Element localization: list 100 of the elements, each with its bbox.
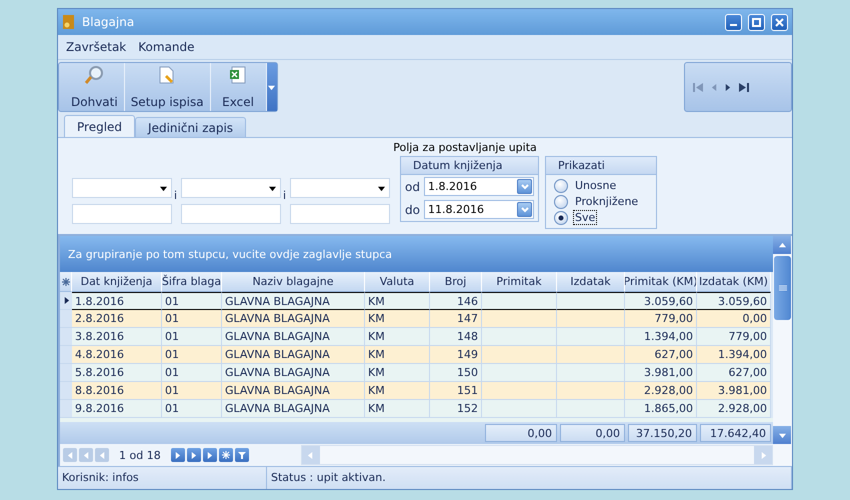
radio-option[interactable]: Unosne <box>554 178 648 193</box>
table-cell: KM <box>365 346 430 364</box>
table-cell: 01 <box>162 328 222 346</box>
maximize-button[interactable] <box>748 14 765 30</box>
joiner-label: i <box>283 189 288 204</box>
table-cell: 01 <box>162 364 222 382</box>
table-cell: 627,00 <box>625 346 697 364</box>
total-cell: 17.642,40 <box>700 424 771 442</box>
close-icon <box>775 18 784 26</box>
table-cell: 3.059,60 <box>625 292 697 310</box>
table-cell: KM <box>365 328 430 346</box>
page-indicator: 1 od 18 <box>119 448 161 462</box>
toolbar-overflow-button[interactable] <box>266 63 277 111</box>
minimize-button[interactable] <box>725 14 742 30</box>
filter-button[interactable] <box>234 448 249 462</box>
triangle-icon <box>66 452 74 458</box>
table-cell: GLAVNA BLAGAJNA <box>222 292 365 310</box>
last-record-button[interactable] <box>737 82 749 92</box>
triangle-icon <box>778 432 786 438</box>
date-field[interactable]: 1.8.2016 <box>424 177 534 196</box>
table-cell: 150 <box>430 364 482 382</box>
previous-group-button[interactable] <box>79 448 93 462</box>
table-cell: 146 <box>430 292 482 310</box>
table-cell: 2.8.2016 <box>72 310 162 328</box>
next-group-button[interactable] <box>186 448 201 462</box>
table-cell: 2.928,00 <box>697 400 771 418</box>
date-field[interactable]: 11.8.2016 <box>424 200 534 219</box>
column-header[interactable]: Primitak <box>482 272 557 292</box>
combo-box[interactable] <box>290 178 390 198</box>
input-field[interactable] <box>290 204 390 224</box>
triangle-icon <box>190 452 198 458</box>
minimize-icon <box>730 24 737 26</box>
last-page-button[interactable] <box>202 448 217 462</box>
input-field[interactable] <box>181 204 281 224</box>
column-header[interactable]: Dat knjiženja <box>72 272 162 292</box>
first-page-button[interactable] <box>63 448 77 462</box>
table-cell <box>557 310 625 328</box>
table-cell <box>557 328 625 346</box>
horizontal-scrollbar[interactable] <box>300 445 773 465</box>
triangle-icon <box>174 452 182 458</box>
table-cell: 4.8.2016 <box>72 346 162 364</box>
joiner-label: i <box>174 189 178 204</box>
menu-item[interactable]: Komande <box>138 40 195 54</box>
toolbar-button[interactable]: Dohvati <box>65 63 125 111</box>
column-header[interactable]: Broj <box>430 272 482 292</box>
table-cell: KM <box>365 292 430 310</box>
table-cell: 01 <box>162 382 222 400</box>
column-header[interactable]: Naziv blagajne <box>222 272 365 292</box>
input-field[interactable] <box>72 204 172 224</box>
triangle-icon <box>778 242 786 248</box>
triangle-icon <box>82 452 90 458</box>
next-page-button[interactable] <box>170 448 185 462</box>
table-cell: 2.928,00 <box>625 382 697 400</box>
chevron-down-icon <box>520 184 528 190</box>
dropdown-arrow-icon <box>160 184 167 192</box>
table-cell: GLAVNA BLAGAJNA <box>222 364 365 382</box>
date-label: do <box>405 202 420 216</box>
first-record-button[interactable] <box>693 82 705 92</box>
cashbox-icon <box>62 14 76 30</box>
radio-option[interactable]: Proknjižene <box>554 194 648 209</box>
combo-box[interactable] <box>181 178 281 198</box>
close-button[interactable] <box>771 14 788 30</box>
maximize-icon <box>752 18 761 26</box>
table-cell: 0,00 <box>697 310 771 328</box>
tab[interactable]: Pregled <box>64 115 136 137</box>
combo-box[interactable] <box>72 178 172 198</box>
table-cell: 01 <box>162 310 222 328</box>
radio-dot-icon <box>558 214 564 220</box>
previous-page-button[interactable] <box>95 448 109 462</box>
toolbar-button[interactable]: Excel <box>210 63 267 111</box>
table-cell: 1.865,00 <box>625 400 697 418</box>
vertical-scrollbar[interactable] <box>773 236 792 466</box>
column-header[interactable]: Šifra blaga <box>162 272 222 292</box>
table-cell: KM <box>365 400 430 418</box>
skip-end-icon <box>737 82 749 92</box>
next-record-button[interactable] <box>724 84 731 90</box>
column-header[interactable]: Valuta <box>365 272 430 292</box>
group-title: Datum knjiženja <box>401 157 538 175</box>
previous-record-button[interactable] <box>711 84 718 90</box>
column-header[interactable]: Izdatak (KM) <box>697 272 771 292</box>
group-title: Prikazati <box>546 157 656 175</box>
table-cell: 1.394,00 <box>625 328 697 346</box>
dropdown-arrow-icon <box>269 184 276 192</box>
dropdown-button[interactable] <box>517 202 532 217</box>
tab[interactable]: Jedinični zapis <box>135 117 246 137</box>
toolbar-button[interactable]: Setup ispisa <box>124 63 211 111</box>
table-cell: 1.394,00 <box>697 346 771 364</box>
column-header[interactable]: Izdatak <box>557 272 625 292</box>
table-cell: 151 <box>430 382 482 400</box>
table-cell: 3.8.2016 <box>72 328 162 346</box>
radio-option[interactable]: Sve <box>554 210 648 225</box>
table-cell: KM <box>365 382 430 400</box>
query-title: Polja za postavljanje upita <box>393 141 537 154</box>
dropdown-button[interactable] <box>517 179 532 194</box>
asterisk-icon <box>62 278 70 286</box>
table-cell: KM <box>365 364 430 382</box>
table-cell <box>557 364 625 382</box>
row-selector[interactable] <box>60 292 72 310</box>
add-row-button[interactable] <box>218 448 233 462</box>
menu-item[interactable]: Završetak <box>66 40 126 54</box>
